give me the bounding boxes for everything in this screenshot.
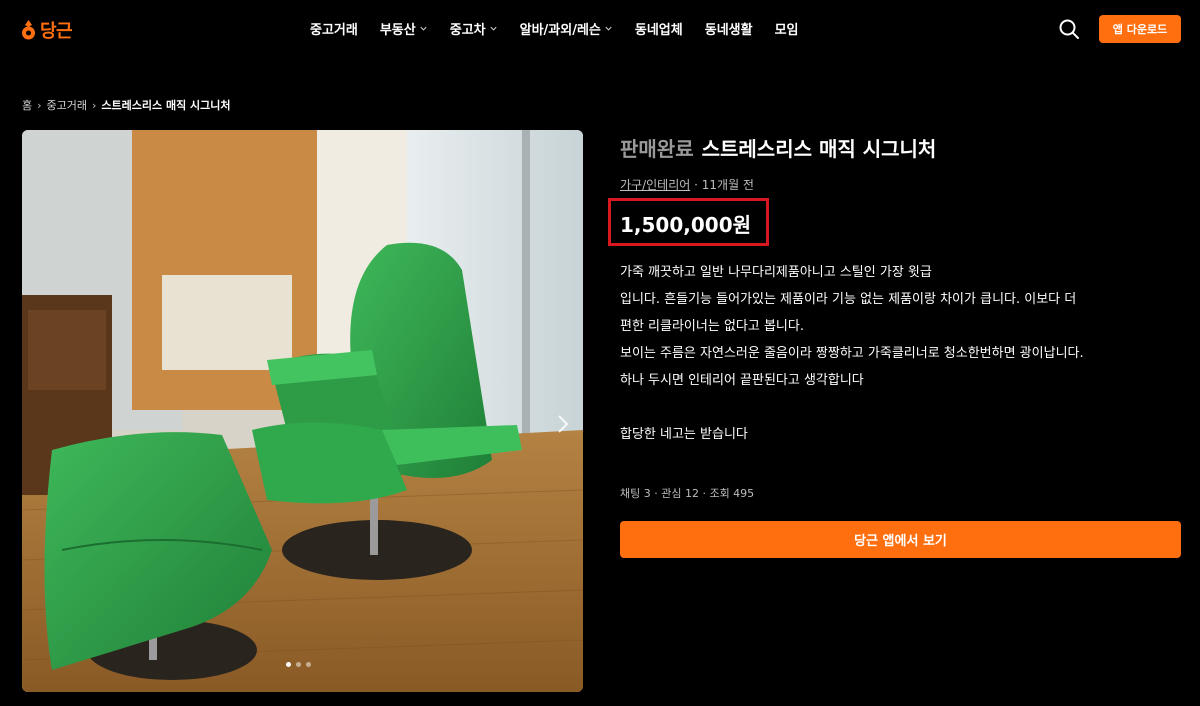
description-line: 편한 리클라이너는 없다고 봅니다.	[620, 319, 804, 334]
sale-status: 판매완료	[620, 137, 694, 161]
nav-item-real-estate[interactable]: 부동산	[380, 19, 428, 38]
chevron-down-icon	[490, 26, 497, 31]
nav-item-local-life[interactable]: 동네생활	[705, 19, 753, 38]
posted-time: · 11개월 전	[694, 178, 754, 192]
nav-label: 알바/과외/레슨	[519, 23, 601, 38]
chevron-down-icon	[420, 26, 427, 31]
breadcrumb-current: 스트레스리스 매직 시그니처	[101, 99, 231, 112]
product-title-row: 판매완료 스트레스리스 매직 시그니처	[620, 133, 936, 162]
search-icon[interactable]	[1058, 18, 1080, 40]
product-description: 가죽 깨끗하고 일반 나무다리제품아니고 스틸인 가장 윗급 입니다. 흔들기능…	[620, 259, 1185, 448]
description-line: 합당한 네고는 받습니다	[620, 427, 748, 442]
breadcrumb-category[interactable]: 중고거래	[47, 97, 87, 113]
logo[interactable]: 당근	[21, 17, 73, 43]
product-price: 1,500,000원	[620, 213, 752, 237]
category-link[interactable]: 가구/인테리어	[620, 178, 690, 192]
chevron-right-icon: ›	[37, 98, 42, 112]
nav-label: 중고거래	[310, 23, 358, 38]
open-in-app-button[interactable]: 당근 앱에서 보기	[620, 521, 1181, 558]
chevron-right-icon: ›	[92, 98, 97, 112]
nav-item-groups[interactable]: 모임	[775, 19, 799, 38]
pagination-dot-active[interactable]	[286, 662, 291, 667]
product-title: 스트레스리스 매직 시그니처	[701, 137, 937, 161]
nav-item-used-trade[interactable]: 중고거래	[310, 19, 358, 38]
description-blank-line	[620, 394, 1185, 421]
nav-item-jobs[interactable]: 알바/과외/레슨	[520, 19, 613, 38]
nav-label: 부동산	[379, 23, 416, 38]
logo-text: 당근	[40, 21, 73, 42]
image-pagination	[286, 662, 311, 667]
breadcrumb: 홈 › 중고거래 › 스트레스리스 매직 시그니처	[22, 97, 231, 113]
nav-label: 동네생활	[704, 23, 753, 38]
product-image[interactable]	[22, 130, 583, 692]
nav-item-local-business[interactable]: 동네업체	[635, 19, 683, 38]
product-meta: 가구/인테리어 · 11개월 전	[620, 176, 754, 193]
breadcrumb-home[interactable]: 홈	[22, 97, 32, 113]
nav-label: 모임	[774, 23, 799, 38]
description-line: 가죽 깨끗하고 일반 나무다리제품아니고 스틸인 가장 윗급	[620, 265, 932, 280]
nav-item-used-car[interactable]: 중고차	[450, 19, 498, 38]
description-line: 보이는 주름은 자연스러운 줄음이라 짱짱하고 가죽클리너로 청소한번하면 광이…	[620, 346, 1084, 361]
carrot-logo-icon	[22, 20, 35, 40]
app-download-button[interactable]: 앱 다운로드	[1099, 15, 1181, 43]
chevron-right-icon[interactable]	[556, 413, 570, 435]
product-stats: 채팅 3 · 관심 12 · 조회 495	[620, 487, 755, 500]
nav-label: 중고차	[449, 23, 486, 38]
description-line: 입니다. 흔들기능 들어가있는 제품이라 기능 없는 제품이랑 차이가 큽니다.…	[620, 292, 1077, 307]
recliner-photo	[22, 130, 583, 692]
description-line: 하나 두시면 인테리어 끝판된다고 생각합니다	[620, 373, 864, 388]
pagination-dot[interactable]	[296, 662, 301, 667]
main-nav: 중고거래 부동산 중고차 알바/과외/레슨 동네업체 동네생활 모임	[310, 19, 821, 38]
top-header: 당근 중고거래 부동산 중고차 알바/과외/레슨 동네업체 동네생활 모임 앱 …	[0, 0, 1200, 58]
nav-label: 동네업체	[634, 23, 683, 38]
chevron-down-icon	[605, 26, 612, 31]
pagination-dot[interactable]	[306, 662, 311, 667]
